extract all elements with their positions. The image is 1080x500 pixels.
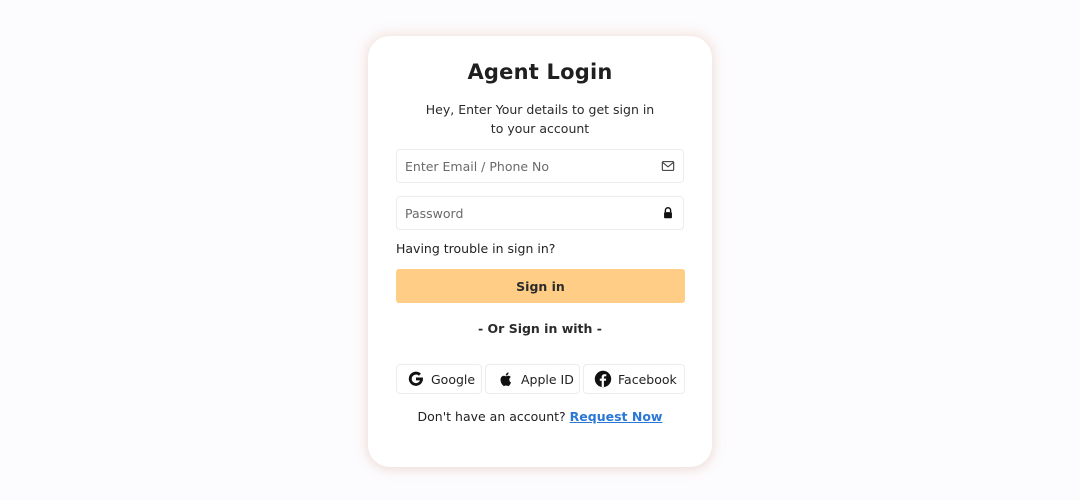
subtitle-line-1: Hey, Enter Your details to get sign in [425, 102, 655, 117]
google-icon [408, 371, 423, 386]
envelope-icon [661, 161, 675, 171]
password-field[interactable] [397, 197, 683, 229]
email-field[interactable] [397, 150, 683, 182]
signup-footer: Don't have an account? Request Now [368, 409, 712, 424]
email-field-wrapper [396, 149, 684, 183]
apple-sign-in-button[interactable]: Apple ID [485, 364, 580, 394]
login-subtitle: Hey, Enter Your details to get sign in t… [408, 100, 672, 138]
sign-in-button[interactable]: Sign in [396, 269, 685, 303]
password-field-wrapper [396, 196, 684, 230]
page-title: Agent Login [467, 60, 613, 84]
apple-icon [500, 372, 511, 386]
google-sign-in-button[interactable]: Google [396, 364, 482, 394]
lock-icon [664, 207, 672, 219]
footer-text: Don't have an account? [417, 409, 566, 424]
trouble-signin-link[interactable]: Having trouble in sign in? [396, 241, 555, 256]
subtitle-line-2: to your account [490, 121, 590, 136]
or-sign-in-with-divider: - Or Sign in with - [478, 321, 602, 336]
login-card: Agent Login Hey, Enter Your details to g… [368, 36, 712, 467]
facebook-sign-in-button[interactable]: Facebook [583, 364, 685, 394]
apple-label: Apple ID [521, 371, 574, 387]
facebook-icon [594, 370, 612, 388]
facebook-label: Facebook [618, 371, 677, 387]
request-now-link[interactable]: Request Now [570, 409, 663, 424]
google-label: Google [431, 371, 476, 387]
